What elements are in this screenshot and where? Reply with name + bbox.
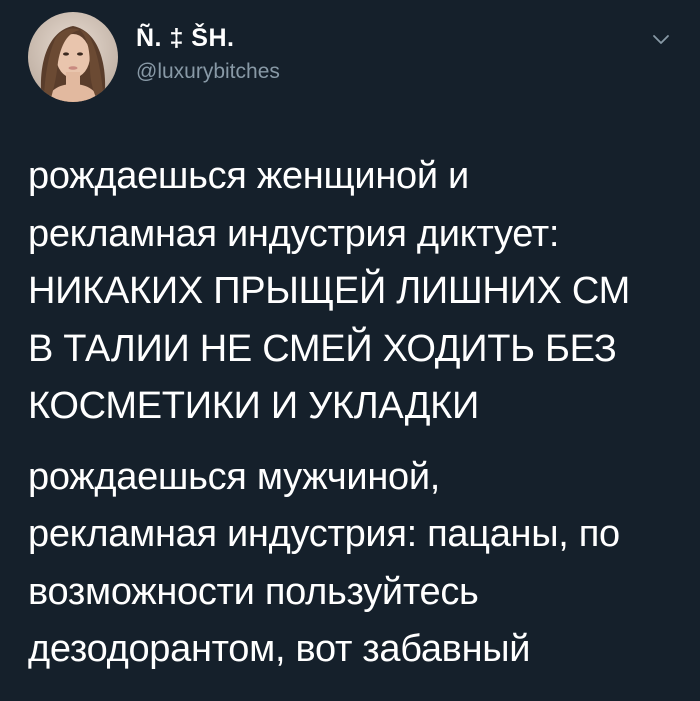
tweet: Ñ. ‡ ŠH. @luxurybitches рождаешься женщи… [0,0,700,701]
tweet-line: В ТАЛИИ НЕ СМЕЙ ХОДИТЬ БЕЗ [28,327,617,370]
tweet-line: дезодорантом, вот забавный [28,628,531,670]
tweet-line: рождаешься мужчиной, [28,455,441,498]
tweet-line: НИКАКИХ ПРЫЩЕЙ ЛИШНИХ СМ [28,270,630,312]
tweet-line: рождаешься женщиной и [28,155,469,197]
chevron-down-icon[interactable] [648,30,674,50]
tweet-line: возможности пользуйтесь [28,570,479,613]
tweet-paragraph: рождаешься женщиной и рекламная индустри… [28,148,688,436]
author-handle[interactable]: @luxurybitches [136,60,280,84]
tweet-paragraph: рождаешься мужчиной, рекламная индустрия… [28,449,688,679]
tweet-line: рекламная индустрия диктует: [28,212,560,255]
author-avatar[interactable] [28,12,118,102]
tweet-text: рождаешься женщиной и рекламная индустри… [28,148,688,679]
tweet-line: КОСМЕТИКИ И УКЛАДКИ [28,385,479,427]
tweet-line: рекламная индустрия: пацаны, по [28,513,620,555]
avatar-image [28,12,118,102]
author-display-name[interactable]: Ñ. ‡ ŠH. [136,24,234,53]
